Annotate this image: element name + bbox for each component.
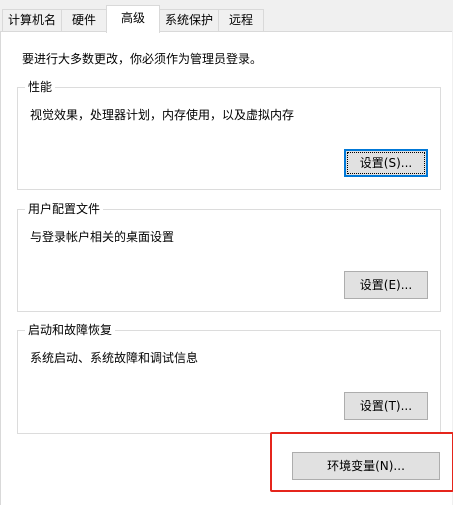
performance-description: 视觉效果，处理器计划，内存使用，以及虚拟内存: [30, 108, 295, 122]
startup-recovery-settings-button[interactable]: 设置(T)...: [344, 392, 428, 420]
startup-recovery-description: 系统启动、系统故障和调试信息: [30, 351, 199, 365]
performance-settings-button[interactable]: 设置(S)...: [344, 149, 428, 177]
tab-remote[interactable]: 远程: [218, 9, 264, 31]
user-profiles-title: 用户配置文件: [25, 201, 104, 217]
user-profiles-group: 用户配置文件 与登录帐户相关的桌面设置 设置(E)...: [17, 201, 441, 312]
tab-system-protection[interactable]: 系统保护: [159, 9, 219, 31]
tab-computer-name[interactable]: 计算机名: [2, 9, 62, 31]
tab-strip: 计算机名 硬件 高级 系统保护 远程: [0, 0, 453, 33]
admin-notice: 要进行大多数更改，你必须作为管理员登录。: [22, 52, 263, 66]
startup-recovery-group: 启动和故障恢复 系统启动、系统故障和调试信息 设置(T)...: [17, 322, 441, 434]
startup-recovery-title: 启动和故障恢复: [25, 322, 116, 338]
performance-group: 性能 视觉效果，处理器计划，内存使用，以及虚拟内存 设置(S)...: [17, 79, 441, 190]
tab-advanced[interactable]: 高级: [106, 5, 160, 33]
tab-hardware[interactable]: 硬件: [61, 9, 107, 31]
user-profiles-description: 与登录帐户相关的桌面设置: [30, 230, 175, 244]
performance-title: 性能: [25, 79, 56, 95]
user-profiles-settings-button[interactable]: 设置(E)...: [344, 271, 428, 299]
highlight-box: [270, 432, 453, 492]
